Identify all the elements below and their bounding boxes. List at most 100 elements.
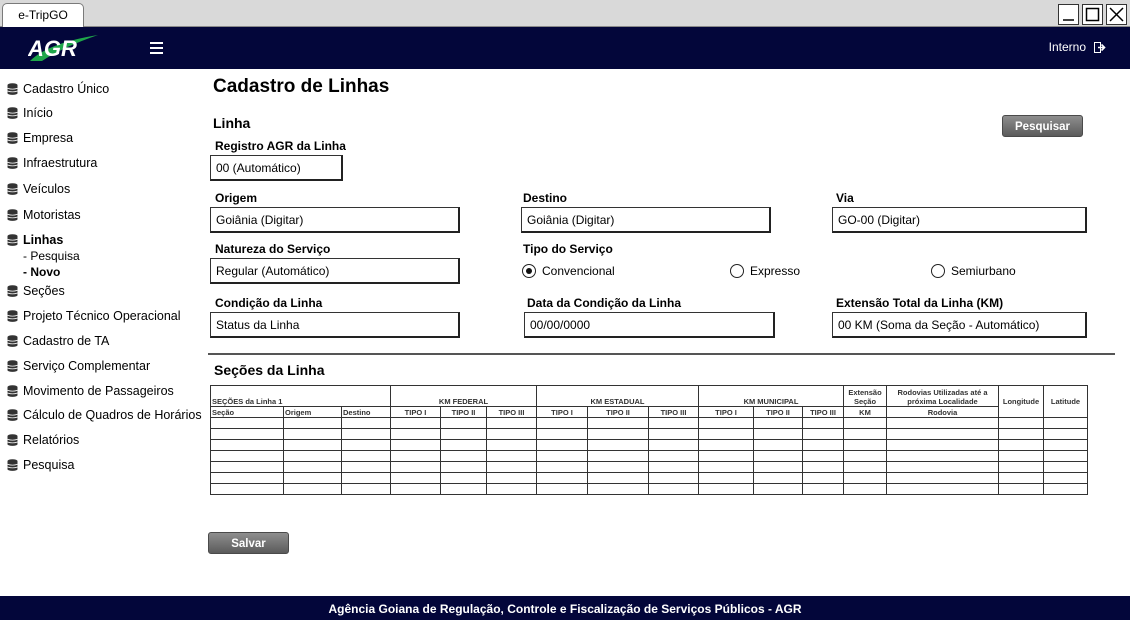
natureza-field[interactable]: Regular (Automático): [210, 258, 460, 284]
sidebar-item-projeto-tecnico[interactable]: Projeto Técnico Operacional: [7, 307, 181, 325]
table-cell[interactable]: [536, 417, 588, 429]
table-cell[interactable]: [536, 439, 588, 451]
table-cell[interactable]: [210, 417, 284, 429]
table-cell[interactable]: [802, 428, 844, 440]
table-cell[interactable]: [998, 417, 1044, 429]
table-cell[interactable]: [802, 472, 844, 484]
table-cell[interactable]: [390, 450, 441, 462]
close-icon[interactable]: [1106, 4, 1127, 25]
table-cell[interactable]: [341, 483, 391, 495]
table-cell[interactable]: [1043, 461, 1088, 473]
radio-semiurbano[interactable]: Semiurbano: [931, 264, 1016, 278]
table-cell[interactable]: [886, 417, 999, 429]
table-cell[interactable]: [843, 472, 887, 484]
table-row[interactable]: [210, 472, 1088, 484]
table-cell[interactable]: [843, 428, 887, 440]
table-cell[interactable]: [210, 483, 284, 495]
table-cell[interactable]: [843, 483, 887, 495]
sidebar-item-linhas[interactable]: Linhas: [7, 231, 63, 249]
table-cell[interactable]: [1043, 417, 1088, 429]
table-cell[interactable]: [648, 450, 699, 462]
table-cell[interactable]: [486, 472, 537, 484]
table-row[interactable]: [210, 483, 1088, 495]
table-cell[interactable]: [802, 461, 844, 473]
table-cell[interactable]: [802, 417, 844, 429]
table-cell[interactable]: [486, 461, 537, 473]
sidebar-item-secoes[interactable]: Seções: [7, 282, 65, 300]
table-cell[interactable]: [802, 439, 844, 451]
table-cell[interactable]: [440, 483, 487, 495]
radio-convencional[interactable]: Convencional: [522, 264, 615, 278]
via-field[interactable]: GO-00 (Digitar): [832, 207, 1087, 233]
sidebar-subitem-pesquisa[interactable]: - Pesquisa: [23, 249, 80, 263]
table-cell[interactable]: [886, 450, 999, 462]
table-cell[interactable]: [753, 450, 803, 462]
sidebar-item-inicio[interactable]: Início: [7, 104, 53, 122]
table-cell[interactable]: [1043, 450, 1088, 462]
table-cell[interactable]: [698, 483, 754, 495]
table-cell[interactable]: [390, 483, 441, 495]
table-cell[interactable]: [753, 483, 803, 495]
table-cell[interactable]: [886, 439, 999, 451]
table-cell[interactable]: [283, 428, 342, 440]
table-cell[interactable]: [587, 450, 649, 462]
table-cell[interactable]: [486, 450, 537, 462]
table-row[interactable]: [210, 428, 1088, 440]
table-cell[interactable]: [998, 439, 1044, 451]
table-cell[interactable]: [283, 439, 342, 451]
table-cell[interactable]: [536, 483, 588, 495]
table-cell[interactable]: [486, 483, 537, 495]
table-cell[interactable]: [843, 439, 887, 451]
table-cell[interactable]: [390, 417, 441, 429]
table-cell[interactable]: [698, 417, 754, 429]
table-cell[interactable]: [698, 439, 754, 451]
table-cell[interactable]: [587, 461, 649, 473]
table-cell[interactable]: [886, 483, 999, 495]
table-cell[interactable]: [998, 450, 1044, 462]
table-cell[interactable]: [390, 472, 441, 484]
table-cell[interactable]: [998, 483, 1044, 495]
table-cell[interactable]: [341, 439, 391, 451]
table-cell[interactable]: [283, 450, 342, 462]
table-cell[interactable]: [341, 450, 391, 462]
table-cell[interactable]: [390, 439, 441, 451]
logout-icon[interactable]: [1094, 41, 1106, 53]
table-cell[interactable]: [753, 417, 803, 429]
table-cell[interactable]: [440, 461, 487, 473]
table-cell[interactable]: [210, 472, 284, 484]
table-cell[interactable]: [536, 450, 588, 462]
table-cell[interactable]: [648, 439, 699, 451]
table-cell[interactable]: [536, 472, 588, 484]
table-cell[interactable]: [753, 472, 803, 484]
table-cell[interactable]: [283, 461, 342, 473]
table-cell[interactable]: [698, 450, 754, 462]
registro-field[interactable]: 00 (Automático): [210, 155, 343, 181]
table-cell[interactable]: [1043, 428, 1088, 440]
table-cell[interactable]: [886, 461, 999, 473]
table-cell[interactable]: [341, 461, 391, 473]
origem-field[interactable]: Goiânia (Digitar): [210, 207, 460, 233]
table-cell[interactable]: [648, 472, 699, 484]
table-cell[interactable]: [698, 461, 754, 473]
table-cell[interactable]: [283, 472, 342, 484]
table-cell[interactable]: [536, 428, 588, 440]
table-cell[interactable]: [698, 428, 754, 440]
table-cell[interactable]: [698, 472, 754, 484]
table-cell[interactable]: [587, 472, 649, 484]
table-cell[interactable]: [440, 439, 487, 451]
table-cell[interactable]: [886, 428, 999, 440]
user-menu[interactable]: Interno: [1049, 40, 1106, 54]
table-cell[interactable]: [843, 461, 887, 473]
table-cell[interactable]: [587, 428, 649, 440]
table-cell[interactable]: [440, 472, 487, 484]
table-cell[interactable]: [341, 472, 391, 484]
sidebar-item-pesquisa[interactable]: Pesquisa: [7, 456, 74, 474]
table-cell[interactable]: [648, 428, 699, 440]
sidebar-item-cadastro-ta[interactable]: Cadastro de TA: [7, 332, 109, 350]
table-cell[interactable]: [486, 439, 537, 451]
destino-field[interactable]: Goiânia (Digitar): [521, 207, 771, 233]
table-cell[interactable]: [283, 483, 342, 495]
search-button[interactable]: Pesquisar: [1002, 115, 1083, 137]
data-condicao-field[interactable]: 00/00/0000: [524, 312, 775, 338]
table-cell[interactable]: [1043, 472, 1088, 484]
